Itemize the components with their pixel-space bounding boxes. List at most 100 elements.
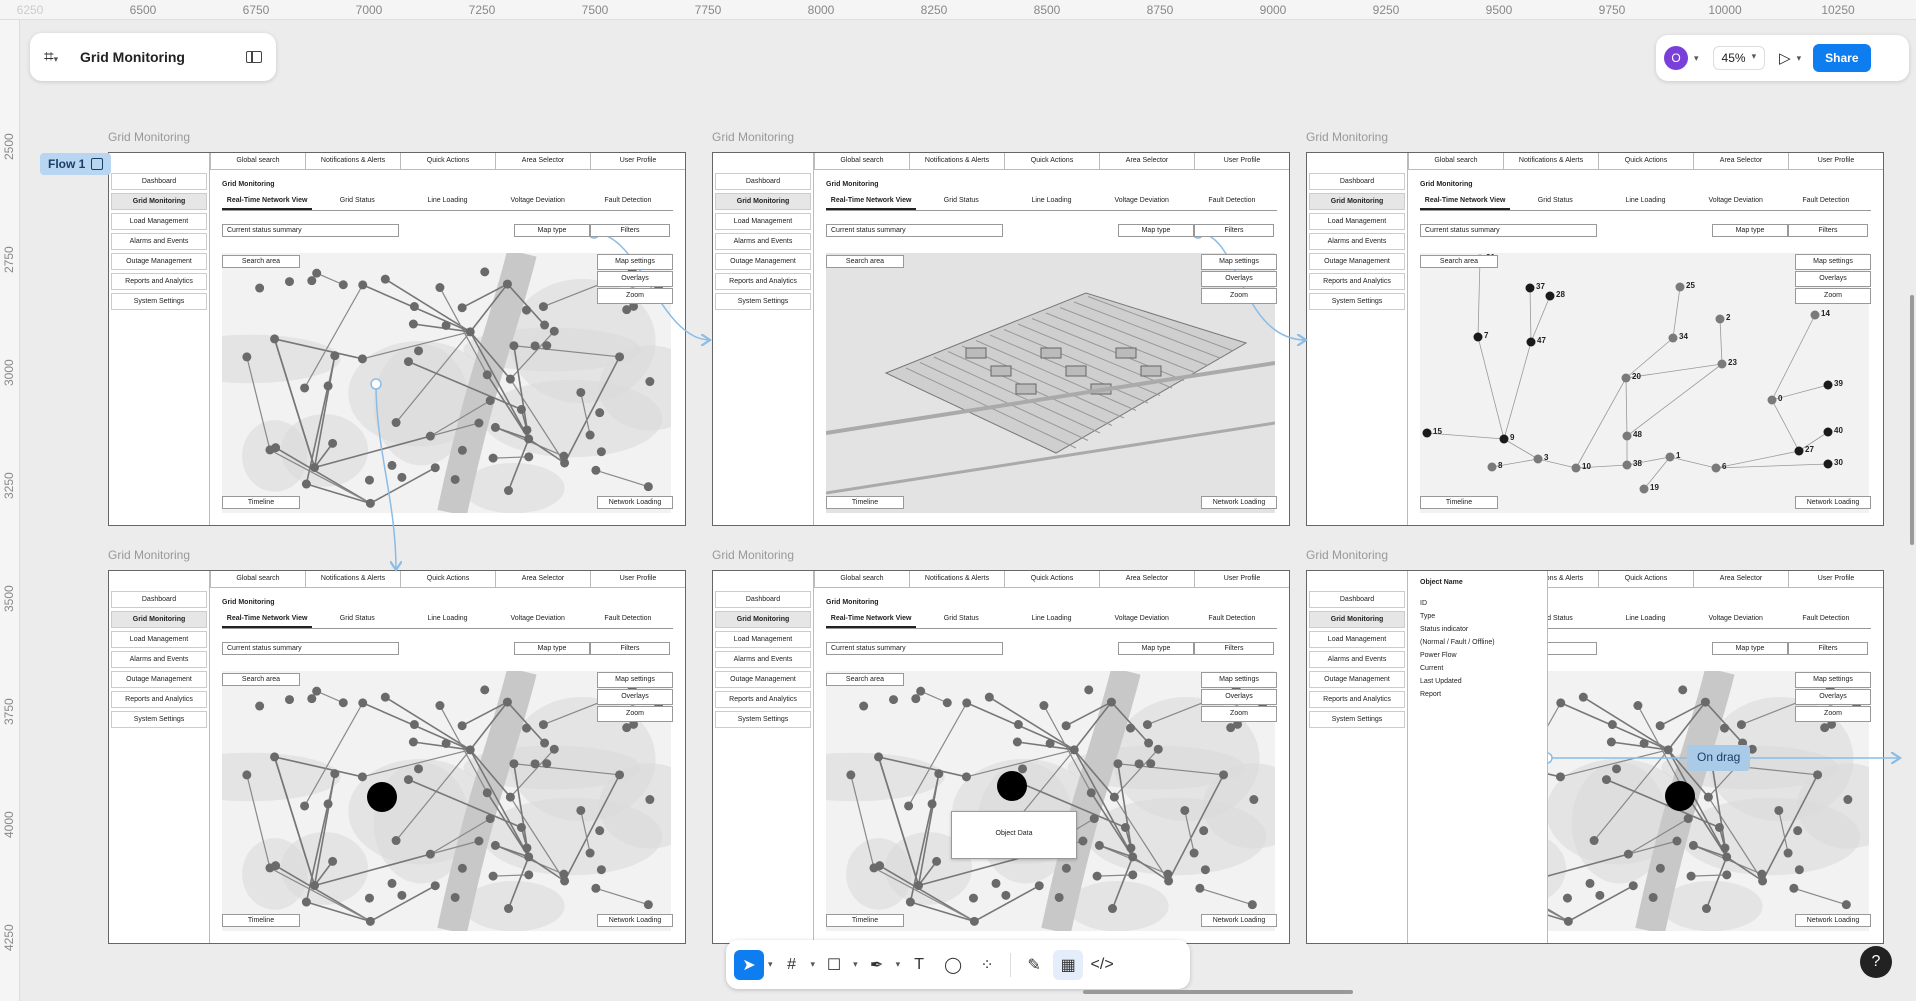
toggle-sidebar-icon[interactable] (246, 51, 262, 63)
zoom-control[interactable]: 45% ▾ (1712, 46, 1766, 70)
wireframe-tab[interactable]: Line Loading (1600, 197, 1690, 210)
wireframe-top-item[interactable]: Notifications & Alerts (909, 153, 1004, 169)
frame-label[interactable]: Grid Monitoring (712, 130, 794, 144)
wireframe-nav-item[interactable]: Outage Management (715, 253, 811, 270)
wireframe-top-item[interactable]: Area Selector (495, 153, 590, 169)
frame-tool-icon[interactable]: # (777, 950, 807, 980)
wireframe-tab[interactable]: Fault Detection (1781, 615, 1871, 628)
chevron-down-icon[interactable]: ▾ (896, 959, 901, 970)
wireframe-filters[interactable]: Filters (1194, 224, 1274, 237)
wireframe-nav-item[interactable]: Outage Management (1309, 253, 1405, 270)
wireframe-nav-item[interactable]: Load Management (111, 213, 207, 230)
wireframe-overlays[interactable]: Overlays (1201, 689, 1277, 705)
rectangle-tool-icon[interactable]: ☐ (819, 950, 849, 980)
wireframe-top-item[interactable]: Notifications & Alerts (1503, 153, 1598, 169)
wireframe-network-loading[interactable]: Network Loading (597, 914, 673, 927)
wireframe-tab[interactable]: Voltage Deviation (493, 197, 583, 210)
wireframe-top-item[interactable]: Area Selector (1099, 571, 1194, 587)
wireframe-nav-item[interactable]: Dashboard (715, 173, 811, 190)
wireframe-frame[interactable]: Dashboard Grid Monitoring Load Management A… (1306, 570, 1884, 944)
chevron-down-icon[interactable]: ▾ (768, 959, 773, 970)
wireframe-top-item[interactable]: Notifications & Alerts (305, 153, 400, 169)
wireframe-nav-item[interactable]: Alarms and Events (715, 233, 811, 250)
wireframe-tab[interactable]: Voltage Deviation (1691, 197, 1781, 210)
wireframe-map-type[interactable]: Map type (514, 224, 590, 237)
pen-tool-icon[interactable]: ✒ (862, 950, 892, 980)
wireframe-timeline[interactable]: Timeline (826, 496, 904, 509)
wireframe-nav-item[interactable]: Reports and Analytics (1309, 273, 1405, 290)
wireframe-map-settings[interactable]: Map settings (1795, 254, 1871, 270)
wireframe-nav-item[interactable]: Grid Monitoring (715, 611, 811, 628)
dev-mode-icon[interactable]: </> (1087, 950, 1117, 980)
wireframe-map-type[interactable]: Map type (1712, 224, 1788, 237)
vertical-scrollbar[interactable] (1910, 295, 1914, 545)
wireframe-status-summary[interactable]: Current status summary (222, 224, 399, 237)
wireframe-zoom[interactable]: Zoom (597, 706, 673, 722)
wireframe-tab[interactable]: Voltage Deviation (1691, 615, 1781, 628)
wireframe-zoom[interactable]: Zoom (1201, 288, 1277, 304)
wireframe-timeline[interactable]: Timeline (826, 914, 904, 927)
wireframe-timeline[interactable]: Timeline (222, 496, 300, 509)
user-avatar[interactable]: O (1664, 46, 1688, 70)
chevron-down-icon[interactable]: ▾ (1797, 53, 1802, 64)
frame-label[interactable]: Grid Monitoring (108, 548, 190, 562)
wireframe-map-type[interactable]: Map type (514, 642, 590, 655)
wireframe-map-type[interactable]: Map type (1712, 642, 1788, 655)
wireframe-top-item[interactable]: Quick Actions (1004, 153, 1099, 169)
wireframe-tab[interactable]: Line Loading (1600, 615, 1690, 628)
wireframe-nav-item[interactable]: Outage Management (111, 671, 207, 688)
wireframe-nav-item[interactable]: System Settings (715, 293, 811, 310)
wireframe-network-loading[interactable]: Network Loading (1201, 914, 1277, 927)
wireframe-tab[interactable]: Grid Status (1510, 197, 1600, 210)
wireframe-nav-item[interactable]: Reports and Analytics (111, 691, 207, 708)
move-tool-icon[interactable]: ➤ (734, 949, 764, 980)
wireframe-top-item[interactable]: Quick Actions (400, 571, 495, 587)
file-title[interactable]: Grid Monitoring (80, 49, 236, 65)
actions-tool-icon[interactable]: ⁘ (972, 950, 1002, 980)
wireframe-nav-item[interactable]: System Settings (111, 711, 207, 728)
wireframe-overlays[interactable]: Overlays (1201, 271, 1277, 287)
wireframe-nav-item[interactable]: Alarms and Events (1309, 651, 1405, 668)
wireframe-nav-item[interactable]: System Settings (715, 711, 811, 728)
wireframe-nav-item[interactable]: Load Management (1309, 631, 1405, 648)
wireframe-filters[interactable]: Filters (590, 224, 670, 237)
wireframe-tab[interactable]: Real-Time Network View (222, 615, 313, 628)
present-play-icon[interactable]: ▷ (1779, 49, 1791, 67)
selected-node-marker[interactable] (997, 771, 1027, 801)
design-canvas[interactable]: 6250 6500 6750 7000 7250 7500 7750 8000 8250 8500… (0, 0, 1916, 1001)
chevron-down-icon[interactable]: ▾ (853, 959, 858, 970)
wireframe-zoom[interactable]: Zoom (597, 288, 673, 304)
wireframe-tab[interactable]: Line Loading (1006, 197, 1096, 210)
wireframe-network-loading[interactable]: Network Loading (597, 496, 673, 509)
frame-label[interactable]: Grid Monitoring (1306, 130, 1388, 144)
wireframe-status-summary[interactable]: Current status summary (826, 642, 1003, 655)
wireframe-top-item[interactable]: Notifications & Alerts (305, 571, 400, 587)
wireframe-top-item[interactable]: User Profile (1788, 153, 1883, 169)
design-mode-icon[interactable]: ▦ (1053, 949, 1084, 980)
wireframe-tab[interactable]: Real-Time Network View (222, 197, 313, 210)
wireframe-map-type[interactable]: Map type (1118, 224, 1194, 237)
wireframe-tab[interactable]: Grid Status (916, 615, 1006, 628)
wireframe-nav-item[interactable]: Dashboard (715, 591, 811, 608)
wireframe-tab[interactable]: Voltage Deviation (1097, 615, 1187, 628)
wireframe-top-item[interactable]: User Profile (590, 153, 685, 169)
wireframe-status-summary[interactable]: Current status summary (826, 224, 1003, 237)
share-button[interactable]: Share (1813, 44, 1871, 72)
wireframe-nav-item[interactable]: Grid Monitoring (715, 193, 811, 210)
selected-node-marker[interactable] (1665, 781, 1695, 811)
comment-tool-icon[interactable]: ◯ (938, 950, 968, 980)
main-menu-icon[interactable]: ⌗▾ (44, 47, 70, 67)
wireframe-tab[interactable]: Real-Time Network View (826, 615, 917, 628)
wireframe-map-settings[interactable]: Map settings (1201, 672, 1277, 688)
wireframe-map-type[interactable]: Map type (1118, 642, 1194, 655)
wireframe-tab[interactable]: Line Loading (1006, 615, 1096, 628)
wireframe-tab[interactable]: Fault Detection (583, 197, 673, 210)
wireframe-status-summary[interactable]: Current status summary (1420, 224, 1597, 237)
wireframe-timeline[interactable]: Timeline (222, 914, 300, 927)
wireframe-nav-item[interactable]: Load Management (715, 213, 811, 230)
wireframe-nav-item[interactable]: Reports and Analytics (111, 273, 207, 290)
flow-start-tag[interactable]: Flow 1 (40, 153, 112, 175)
frame-label[interactable]: Grid Monitoring (1306, 548, 1388, 562)
wireframe-top-item[interactable]: Area Selector (1693, 153, 1788, 169)
wireframe-frame[interactable]: Dashboard Grid Monitoring Load Management A… (712, 570, 1290, 944)
